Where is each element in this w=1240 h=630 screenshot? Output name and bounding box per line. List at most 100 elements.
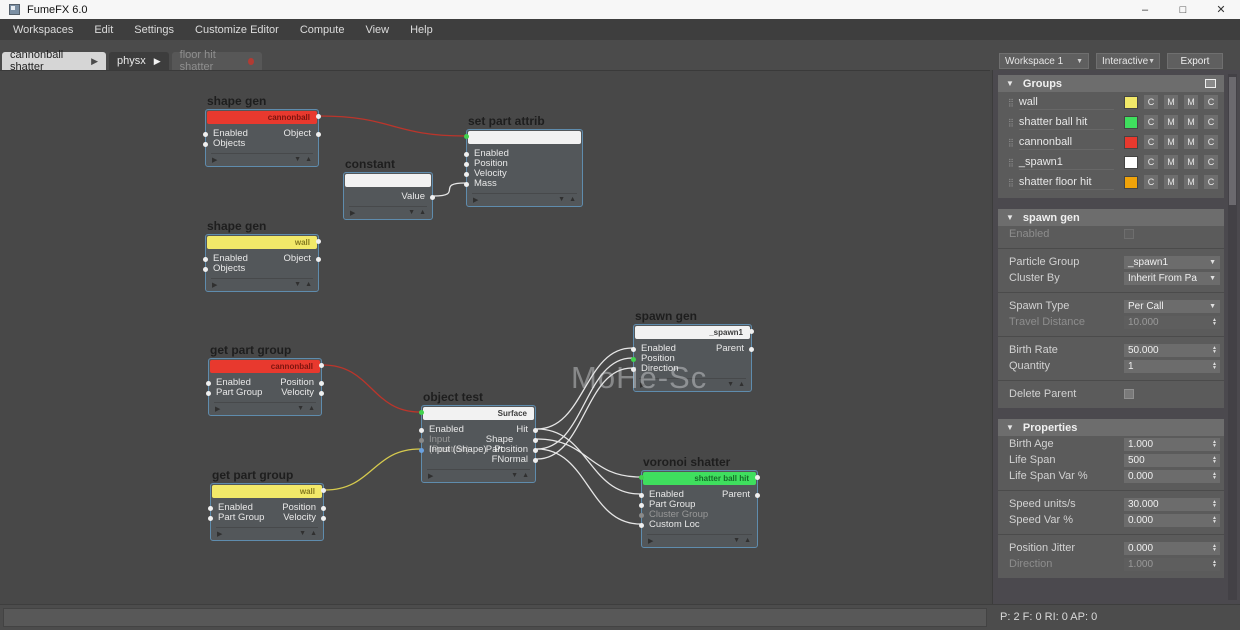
position-jitter-spinner[interactable]: 0.000▲▼ — [1124, 542, 1220, 555]
export-button[interactable]: Export — [1167, 53, 1223, 69]
input-port-dot[interactable] — [203, 132, 208, 137]
group-m-button[interactable]: M — [1164, 135, 1178, 149]
node-get-part-group-wall[interactable]: get part groupwallEnabledPositionPart Gr… — [210, 483, 324, 541]
group-c-button[interactable]: C — [1144, 175, 1158, 189]
life-span-var-spinner[interactable]: 0.000▲▼ — [1124, 470, 1220, 483]
collapse-up-icon[interactable]: ▲ — [522, 472, 529, 479]
node-header[interactable]: shatter ball hit — [643, 472, 756, 485]
birth-rate-spinner[interactable]: 50.000▲▼ — [1124, 344, 1220, 357]
speed-units-s-spinner[interactable]: 30.000▲▼ — [1124, 498, 1220, 511]
output-port-dot[interactable] — [533, 448, 538, 453]
menu-workspaces[interactable]: Workspaces — [13, 24, 73, 36]
speed-var-spinner[interactable]: 0.000▲▼ — [1124, 514, 1220, 527]
output-port-dot[interactable] — [755, 475, 760, 480]
collapse-up-icon[interactable]: ▲ — [569, 196, 576, 203]
output-port-dot[interactable] — [316, 239, 321, 244]
spinner-arrows-icon[interactable]: ▲▼ — [1212, 318, 1220, 326]
output-port-dot[interactable] — [321, 488, 326, 493]
group-color-swatch[interactable] — [1124, 156, 1138, 169]
drag-handle-icon[interactable]: ⣿ — [1008, 178, 1013, 187]
node-shape-gen-cannonball[interactable]: shape gencannonballEnabledObjectObjects▶… — [205, 109, 319, 167]
drag-handle-icon[interactable]: ⣿ — [1008, 138, 1013, 147]
group-m-button[interactable]: M — [1164, 175, 1178, 189]
node-editor-canvas[interactable]: shape gencannonballEnabledObjectObjects▶… — [0, 70, 990, 604]
collapse-up-icon[interactable]: ▲ — [419, 209, 426, 216]
collapse-down-icon[interactable]: ▼ — [558, 196, 565, 203]
input-port-dot[interactable] — [208, 506, 213, 511]
spinner-arrows-icon[interactable]: ▲▼ — [1212, 560, 1220, 568]
expand-icon[interactable]: ▶ — [215, 405, 220, 413]
life-span-spinner[interactable]: 500▲▼ — [1124, 454, 1220, 467]
maximize-button[interactable]: □ — [1164, 0, 1202, 19]
spinner-arrows-icon[interactable]: ▲▼ — [1212, 362, 1220, 370]
menu-customize-editor[interactable]: Customize Editor — [195, 24, 279, 36]
group-m-button[interactable]: M — [1164, 155, 1178, 169]
output-port-dot[interactable] — [533, 428, 538, 433]
group-name-field[interactable]: _spawn1 — [1019, 154, 1114, 170]
spinner-arrows-icon[interactable]: ▲▼ — [1212, 456, 1220, 464]
expand-icon[interactable]: ▶ — [212, 281, 217, 289]
output-port-dot[interactable] — [430, 195, 435, 200]
spinner-arrows-icon[interactable]: ▲▼ — [1212, 472, 1220, 480]
tab-cannonball-shatter[interactable]: cannonball shatter▶ — [2, 52, 106, 70]
collapse-up-icon[interactable]: ▲ — [744, 537, 751, 544]
group-c-button[interactable]: C — [1204, 135, 1218, 149]
expand-icon[interactable]: ▶ — [648, 537, 653, 545]
drag-handle-icon[interactable]: ⣿ — [1008, 118, 1013, 127]
node-header[interactable]: _spawn1 — [635, 326, 750, 339]
output-port-dot[interactable] — [321, 506, 326, 511]
quantity-spinner[interactable]: 1▲▼ — [1124, 360, 1220, 373]
group-c-button[interactable]: C — [1144, 95, 1158, 109]
group-m-button[interactable]: M — [1184, 135, 1198, 149]
collapse-down-icon[interactable]: ▼ — [294, 281, 301, 288]
tab-floor-hit-shatter[interactable]: floor hit shatter — [172, 52, 262, 70]
menu-edit[interactable]: Edit — [94, 24, 113, 36]
input-port-dot[interactable] — [419, 410, 424, 415]
drag-handle-icon[interactable]: ⣿ — [1008, 98, 1013, 107]
spinner-arrows-icon[interactable]: ▲▼ — [1212, 346, 1220, 354]
output-port-dot[interactable] — [533, 438, 538, 443]
group-c-button[interactable]: C — [1204, 175, 1218, 189]
group-color-swatch[interactable] — [1124, 116, 1138, 129]
collapse-up-icon[interactable]: ▲ — [305, 156, 312, 163]
node-voronoi-shatter[interactable]: voronoi shattershatter ball hitEnabledPa… — [641, 470, 758, 548]
output-port-dot[interactable] — [319, 381, 324, 386]
input-port-dot[interactable] — [464, 152, 469, 157]
node-constant[interactable]: constantValue▶▼▲ — [343, 172, 433, 220]
node-shape-gen-wall[interactable]: shape genwallEnabledObjectObjects▶▼▲ — [205, 234, 319, 292]
input-port-dot[interactable] — [464, 172, 469, 177]
group-m-button[interactable]: M — [1184, 175, 1198, 189]
group-c-button[interactable]: C — [1144, 155, 1158, 169]
collapse-up-icon[interactable]: ▲ — [310, 530, 317, 537]
node-header[interactable] — [345, 174, 431, 187]
wire[interactable] — [434, 183, 465, 196]
output-port-dot[interactable] — [533, 458, 538, 463]
groups-section-header[interactable]: ▼ Groups — [998, 75, 1224, 92]
layers-icon[interactable] — [1205, 79, 1216, 88]
collapse-arrow-icon[interactable]: ▼ — [1006, 423, 1014, 432]
input-port-dot[interactable] — [639, 523, 644, 528]
expand-icon[interactable]: ▶ — [473, 196, 478, 204]
output-port-dot[interactable] — [316, 132, 321, 137]
collapse-down-icon[interactable]: ▼ — [299, 530, 306, 537]
group-c-button[interactable]: C — [1204, 155, 1218, 169]
node-get-part-group-cannonball[interactable]: get part groupcannonballEnabledPositionP… — [208, 358, 322, 416]
node-header[interactable]: Surface — [423, 407, 534, 420]
panel-scrollbar[interactable] — [1228, 74, 1237, 600]
wire[interactable] — [325, 449, 420, 490]
group-c-button[interactable]: C — [1204, 115, 1218, 129]
input-port-dot[interactable] — [203, 142, 208, 147]
collapse-up-icon[interactable]: ▲ — [305, 281, 312, 288]
expand-icon[interactable]: ▶ — [212, 156, 217, 164]
group-color-swatch[interactable] — [1124, 96, 1138, 109]
node-header[interactable] — [468, 131, 581, 144]
spinner-arrows-icon[interactable]: ▲▼ — [1212, 500, 1220, 508]
particle-group-dropdown[interactable]: _spawn1▼ — [1124, 256, 1220, 269]
wire[interactable] — [320, 116, 465, 136]
group-color-swatch[interactable] — [1124, 176, 1138, 189]
collapse-arrow-icon[interactable]: ▼ — [1006, 79, 1014, 88]
menu-view[interactable]: View — [365, 24, 389, 36]
properties-section-header[interactable]: ▼ Properties — [998, 419, 1224, 436]
node-header[interactable]: wall — [212, 485, 322, 498]
collapse-down-icon[interactable]: ▼ — [733, 537, 740, 544]
